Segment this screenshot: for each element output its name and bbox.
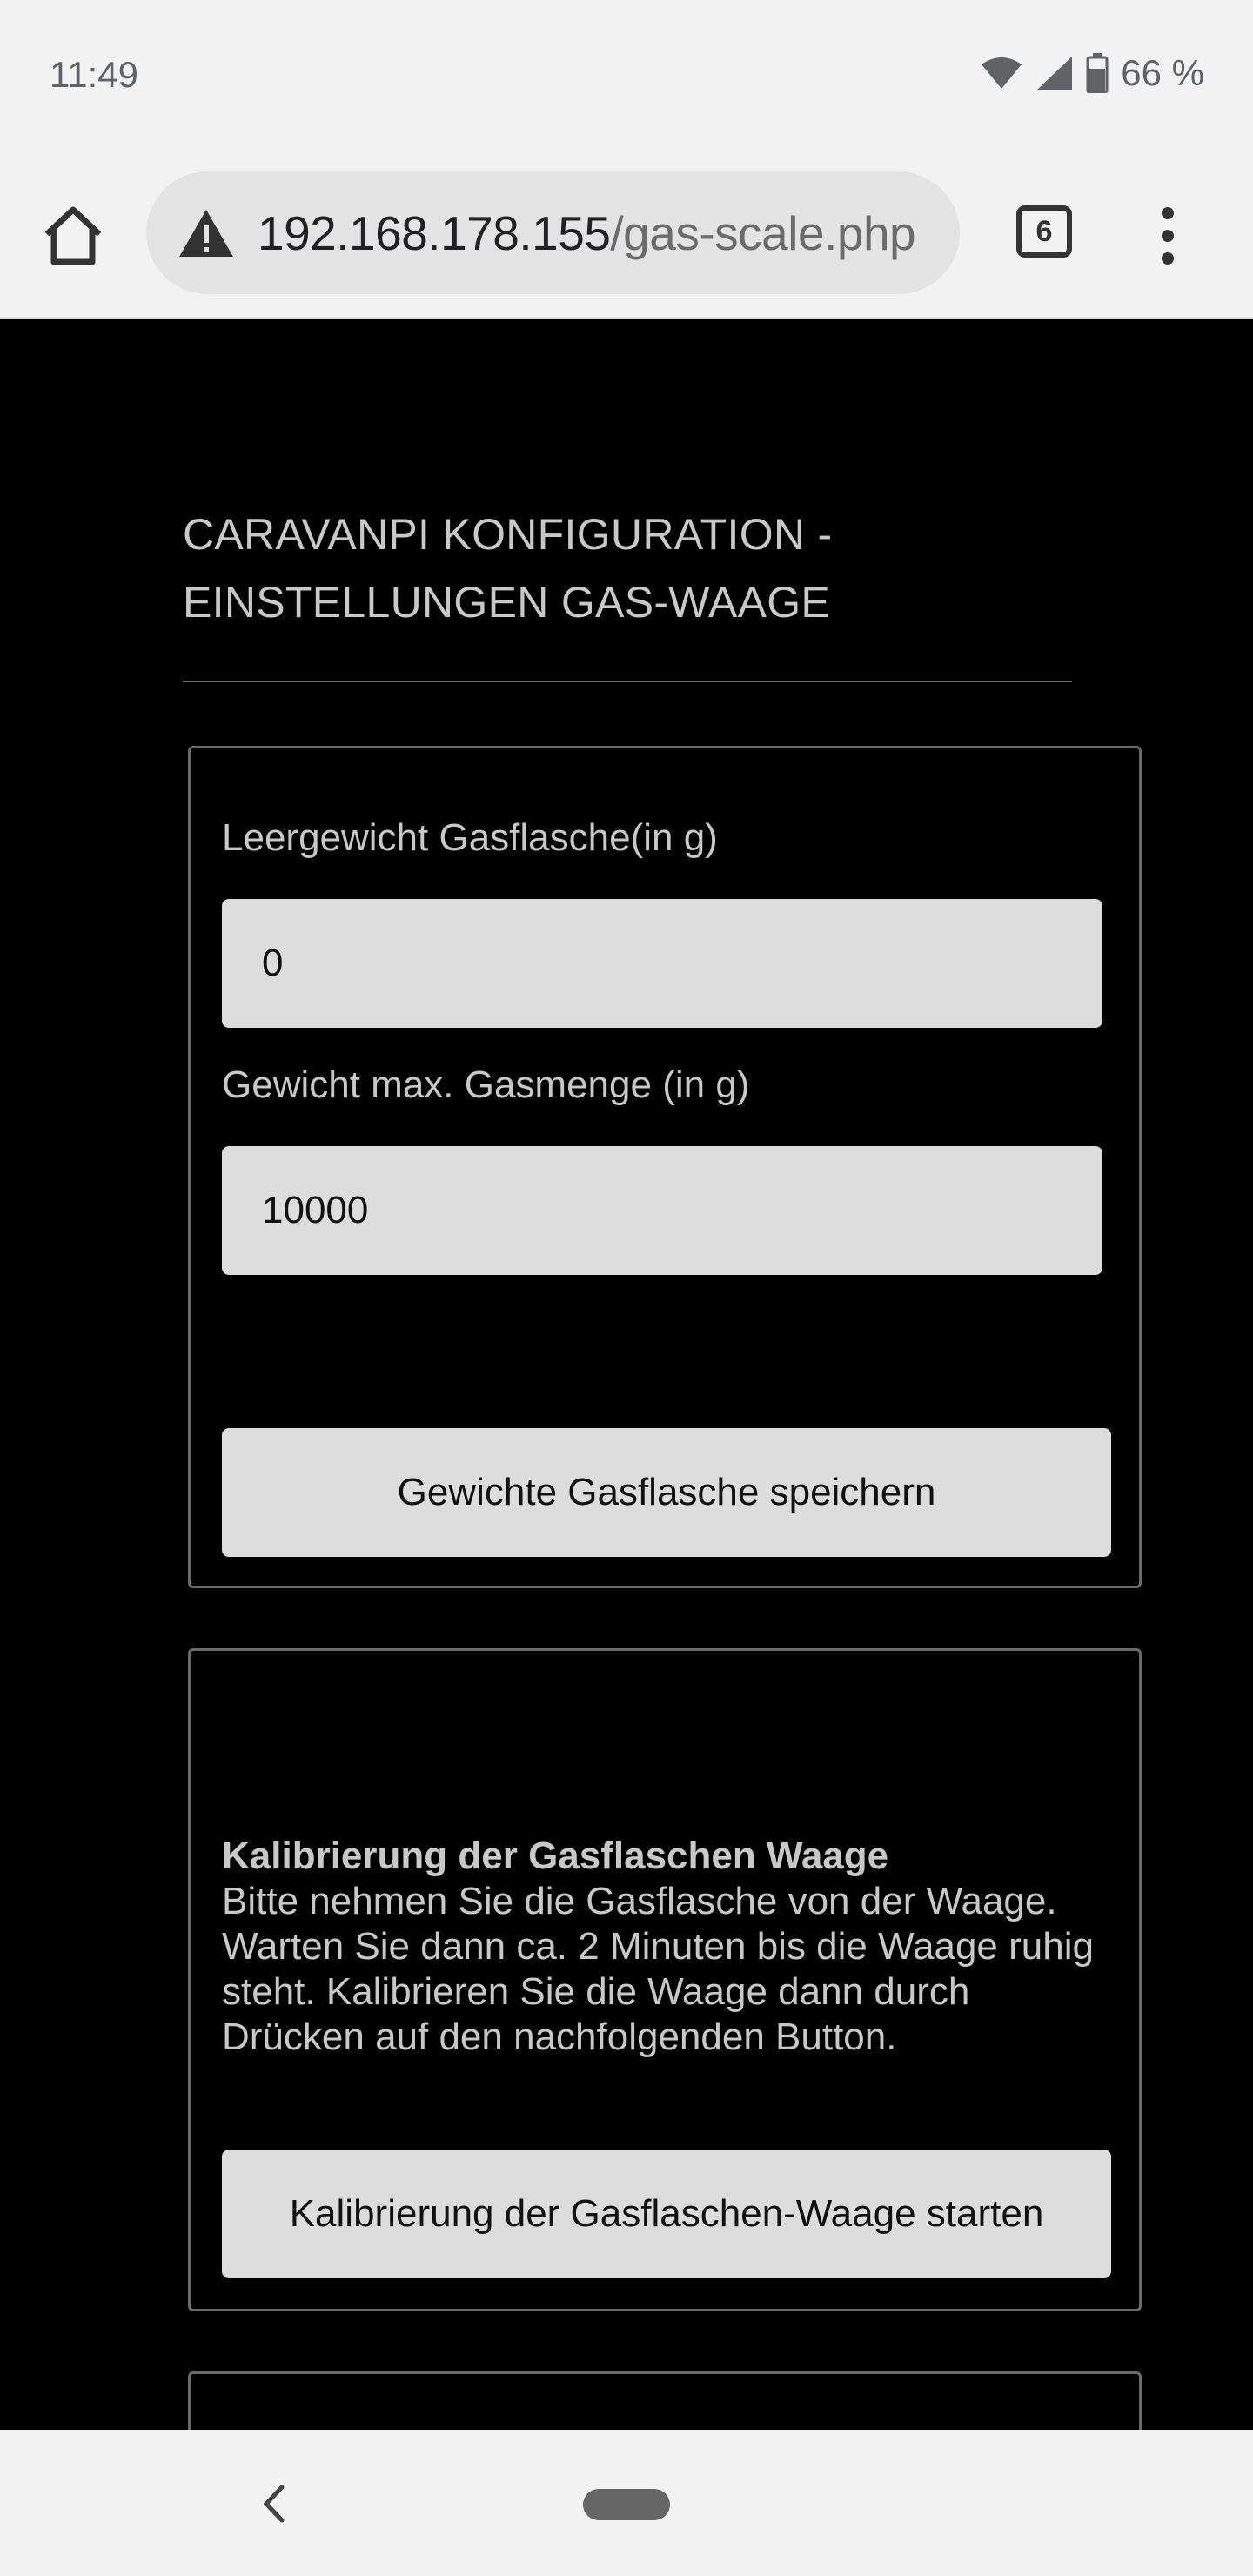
navigation-bar — [0, 2430, 1253, 2576]
weights-form-card: Leergewicht Gasflasche(in g) 0 Gewicht m… — [188, 746, 1142, 1588]
page-title-line2: EINSTELLUNGEN GAS-WAAGE — [183, 578, 831, 627]
status-bar: 11:49 66 % — [0, 0, 1253, 152]
url-text[interactable]: 192.168.178.155/gas-scale.php — [258, 205, 916, 261]
back-icon[interactable] — [252, 2480, 296, 2527]
home-pill-button[interactable] — [583, 2489, 670, 2520]
status-icons: 66 % — [980, 52, 1204, 94]
home-icon[interactable] — [37, 199, 110, 272]
url-path: /gas-scale.php — [610, 205, 916, 260]
cell-signal-icon — [1037, 57, 1073, 90]
max-gas-label: Gewicht max. Gasmenge (in g) — [222, 1063, 750, 1106]
tab-switcher-button[interactable]: 6 — [1016, 205, 1072, 258]
battery-icon — [1086, 53, 1109, 93]
more-menu-icon[interactable] — [1147, 199, 1189, 272]
calibration-instructions: Bitte nehmen Sie die Gasflasche von der … — [222, 1880, 1094, 2058]
page-title: CARAVANPI KONFIGURATION - EINSTELLUNGEN … — [183, 500, 1053, 636]
page-title-line1: CARAVANPI KONFIGURATION - — [183, 510, 833, 559]
empty-weight-input[interactable]: 0 — [222, 899, 1102, 1028]
empty-weight-label: Leergewicht Gasflasche(in g) — [222, 816, 718, 859]
calibration-heading: Kalibrierung der Gasflaschen Waage — [222, 1835, 889, 1877]
battery-percent: 66 % — [1121, 52, 1204, 93]
start-calibration-button[interactable]: Kalibrierung der Gasflaschen-Waage start… — [222, 2150, 1111, 2278]
warning-icon[interactable] — [178, 208, 235, 258]
browser-toolbar: 192.168.178.155/gas-scale.php 6 — [0, 152, 1253, 319]
title-divider — [183, 681, 1072, 682]
wifi-icon — [982, 57, 1022, 89]
status-time: 11:49 — [50, 54, 138, 95]
save-weights-button[interactable]: Gewichte Gasflasche speichern — [222, 1428, 1111, 1557]
calibration-description: Kalibrierung der Gasflaschen Waage Bitte… — [222, 1834, 1101, 2060]
max-gas-input[interactable]: 10000 — [222, 1146, 1102, 1275]
url-host: 192.168.178.155 — [258, 205, 611, 260]
address-bar[interactable]: 192.168.178.155/gas-scale.php — [146, 171, 960, 294]
tab-count: 6 — [1035, 214, 1053, 248]
calibration-card: Kalibrierung der Gasflaschen Waage Bitte… — [188, 1648, 1142, 2311]
